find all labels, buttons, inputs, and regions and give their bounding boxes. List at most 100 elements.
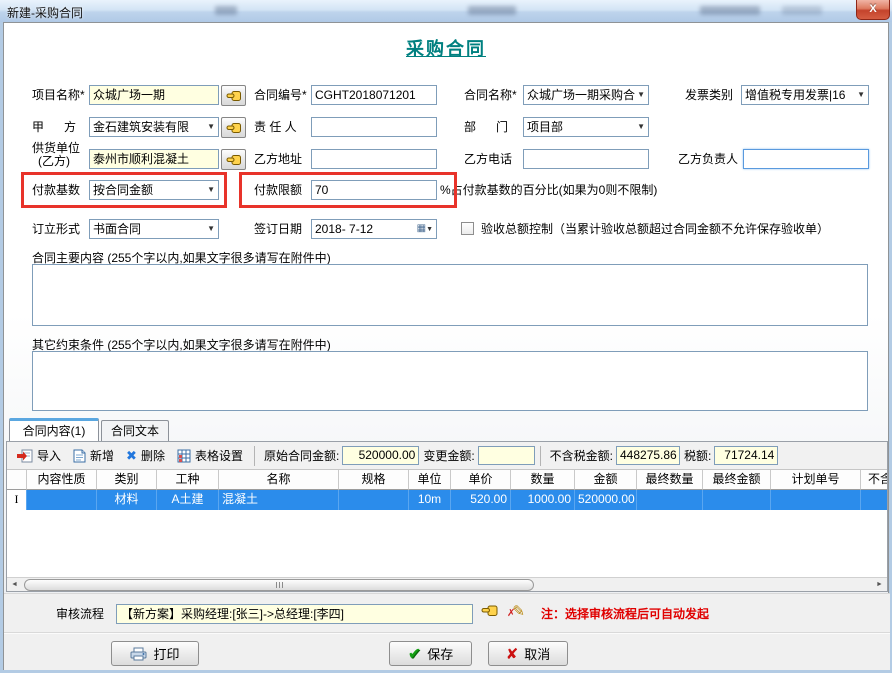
department-select[interactable]: 项目部▼ bbox=[523, 117, 649, 137]
main-content-textarea[interactable] bbox=[32, 264, 868, 326]
contract-name-value: 众城广场一期采购合 bbox=[527, 86, 635, 104]
other-terms-textarea[interactable] bbox=[32, 351, 868, 411]
cell[interactable] bbox=[637, 490, 703, 510]
flow-edit-button[interactable]: ✗✎ bbox=[507, 602, 525, 620]
acceptance-checkbox[interactable] bbox=[461, 222, 474, 235]
cell[interactable] bbox=[861, 490, 887, 510]
cell[interactable]: 520000.00 bbox=[575, 490, 637, 510]
hand-pointer-icon bbox=[226, 90, 242, 102]
contract-name-select[interactable]: 众城广场一期采购合▼ bbox=[523, 85, 649, 105]
approval-flow-label: 审核流程 bbox=[56, 604, 104, 624]
payment-base-select[interactable]: 按合同金额▼ bbox=[89, 180, 219, 200]
col-header[interactable]: 单位 bbox=[409, 470, 451, 490]
scroll-left-button[interactable]: ◄ bbox=[7, 578, 22, 592]
party-b-address-input[interactable] bbox=[311, 149, 437, 169]
supplier-input[interactable]: 泰州市顺利混凝土 bbox=[89, 149, 219, 169]
tab-contract-content[interactable]: 合同内容(1) bbox=[9, 418, 99, 441]
party-a-picker-button[interactable] bbox=[221, 117, 246, 138]
col-header[interactable]: 金额 bbox=[575, 470, 637, 490]
hand-pointer-icon bbox=[226, 122, 242, 134]
approval-flow-input[interactable]: 【新方案】采购经理:[张三]->总经理:[李四] bbox=[116, 604, 473, 624]
scroll-right-button[interactable]: ► bbox=[872, 578, 887, 592]
contract-no-input[interactable]: CGHT2018071201 bbox=[311, 85, 437, 105]
col-header[interactable]: 计划单号 bbox=[771, 470, 861, 490]
col-header[interactable]: 单价 bbox=[451, 470, 511, 490]
close-button[interactable]: X bbox=[856, 0, 890, 20]
party-a-value: 金石建筑安装有限 bbox=[93, 118, 189, 136]
grid-row-selected[interactable]: I 材料 A土建 混凝土 10m 520.00 1000.00 520000.0… bbox=[7, 490, 887, 510]
invoice-type-select[interactable]: 增值税专用发票|16 ▼ bbox=[741, 85, 869, 105]
payment-limit-input[interactable]: 70 bbox=[311, 180, 437, 200]
chevron-down-icon: ▼ bbox=[207, 220, 215, 238]
party-a-select[interactable]: 金石建筑安装有限 ▼ bbox=[89, 117, 219, 137]
tab-contract-text[interactable]: 合同文本 bbox=[101, 420, 169, 441]
cell[interactable]: 1000.00 bbox=[511, 490, 575, 510]
col-header[interactable]: 内容性质 bbox=[27, 470, 97, 490]
cell[interactable]: 10m bbox=[409, 490, 451, 510]
party-b-contact-input[interactable] bbox=[743, 149, 869, 169]
chevron-down-icon: ▼ bbox=[207, 181, 215, 199]
form-type-value: 书面合同 bbox=[93, 220, 141, 238]
project-picker-button[interactable] bbox=[221, 85, 246, 106]
scrollbar-thumb[interactable] bbox=[24, 579, 534, 591]
form-type-select[interactable]: 书面合同 ▼ bbox=[89, 219, 219, 239]
cancel-button[interactable]: ✘ 取消 bbox=[488, 641, 568, 666]
tax-amount-label: 税额: bbox=[684, 447, 711, 464]
cell[interactable]: 520.00 bbox=[451, 490, 511, 510]
ghost-text bbox=[468, 6, 516, 15]
cell[interactable] bbox=[703, 490, 771, 510]
col-header[interactable]: 最终数量 bbox=[637, 470, 703, 490]
cell[interactable] bbox=[771, 490, 861, 510]
party-b-contact-label: 乙方负责人 bbox=[678, 149, 738, 169]
row-marker: I bbox=[7, 490, 27, 510]
untaxed-amount-input[interactable]: 448275.86 bbox=[616, 446, 680, 465]
col-header[interactable]: 最终金额 bbox=[703, 470, 771, 490]
col-header[interactable]: 不含 bbox=[861, 470, 887, 490]
col-header[interactable]: 数量 bbox=[511, 470, 575, 490]
project-name-input[interactable]: 众城广场一期 bbox=[89, 85, 219, 105]
add-row-button[interactable]: 新增 bbox=[67, 445, 120, 466]
supplier-label-line2: (乙方) bbox=[38, 155, 70, 168]
cell[interactable]: 材料 bbox=[97, 490, 157, 510]
cell[interactable] bbox=[27, 490, 97, 510]
original-amount-input[interactable]: 520000.00 bbox=[342, 446, 419, 465]
sign-date-input[interactable]: 2018- 7-12▦▼ bbox=[311, 219, 437, 239]
save-button[interactable]: ✔ 保存 bbox=[389, 641, 472, 666]
chevron-down-icon: ▼ bbox=[857, 86, 865, 104]
payment-limit-hint: %占付款基数的百分比(如果为0则不限制) bbox=[440, 180, 657, 200]
chevron-down-icon: ▼ bbox=[207, 118, 215, 136]
ghost-text bbox=[782, 6, 822, 15]
project-name-label: 项目名称* bbox=[32, 85, 85, 105]
col-header[interactable]: 类别 bbox=[97, 470, 157, 490]
flow-picker-button[interactable] bbox=[481, 604, 498, 620]
manager-input[interactable] bbox=[311, 117, 437, 137]
change-amount-input[interactable] bbox=[478, 446, 535, 465]
tax-amount-input[interactable]: 71724.14 bbox=[714, 446, 778, 465]
col-header[interactable]: 名称 bbox=[219, 470, 339, 490]
party-b-phone-input[interactable] bbox=[523, 149, 649, 169]
grid-header-row: 内容性质 类别 工种 名称 规格 单位 单价 数量 金额 最终数量 最终金额 计… bbox=[7, 470, 887, 490]
supplier-picker-button[interactable] bbox=[221, 149, 246, 170]
col-header[interactable]: 工种 bbox=[157, 470, 219, 490]
save-label: 保存 bbox=[427, 644, 453, 663]
cell[interactable]: A土建 bbox=[157, 490, 219, 510]
party-a-label: 甲 方 bbox=[32, 117, 76, 137]
print-button[interactable]: 打印 bbox=[111, 641, 199, 666]
delete-row-button[interactable]: ✖ 删除 bbox=[120, 445, 171, 466]
invoice-type-label: 发票类别 bbox=[685, 85, 733, 105]
col-header[interactable]: 规格 bbox=[339, 470, 409, 490]
clear-icon: ✗ bbox=[507, 608, 515, 619]
payment-base-label: 付款基数 bbox=[32, 180, 80, 200]
contract-items-grid: 内容性质 类别 工种 名称 规格 单位 单价 数量 金额 最终数量 最终金额 计… bbox=[7, 470, 887, 578]
acceptance-label: 验收总额控制（当累计验收总额超过合同金额不允许保存验收单） bbox=[481, 219, 829, 239]
cell[interactable] bbox=[339, 490, 409, 510]
manager-label: 责 任 人 bbox=[254, 117, 297, 137]
cell[interactable]: 混凝土 bbox=[219, 490, 339, 510]
calendar-icon[interactable]: ▦▼ bbox=[417, 220, 433, 239]
divider bbox=[4, 632, 890, 634]
invoice-type-value: 增值税专用发票|16 bbox=[745, 86, 845, 104]
scrollbar-track[interactable] bbox=[22, 578, 872, 592]
grid-settings-button[interactable]: 表格设置 bbox=[171, 445, 249, 466]
import-label: 导入 bbox=[37, 447, 61, 464]
import-button[interactable]: 导入 bbox=[11, 445, 67, 466]
